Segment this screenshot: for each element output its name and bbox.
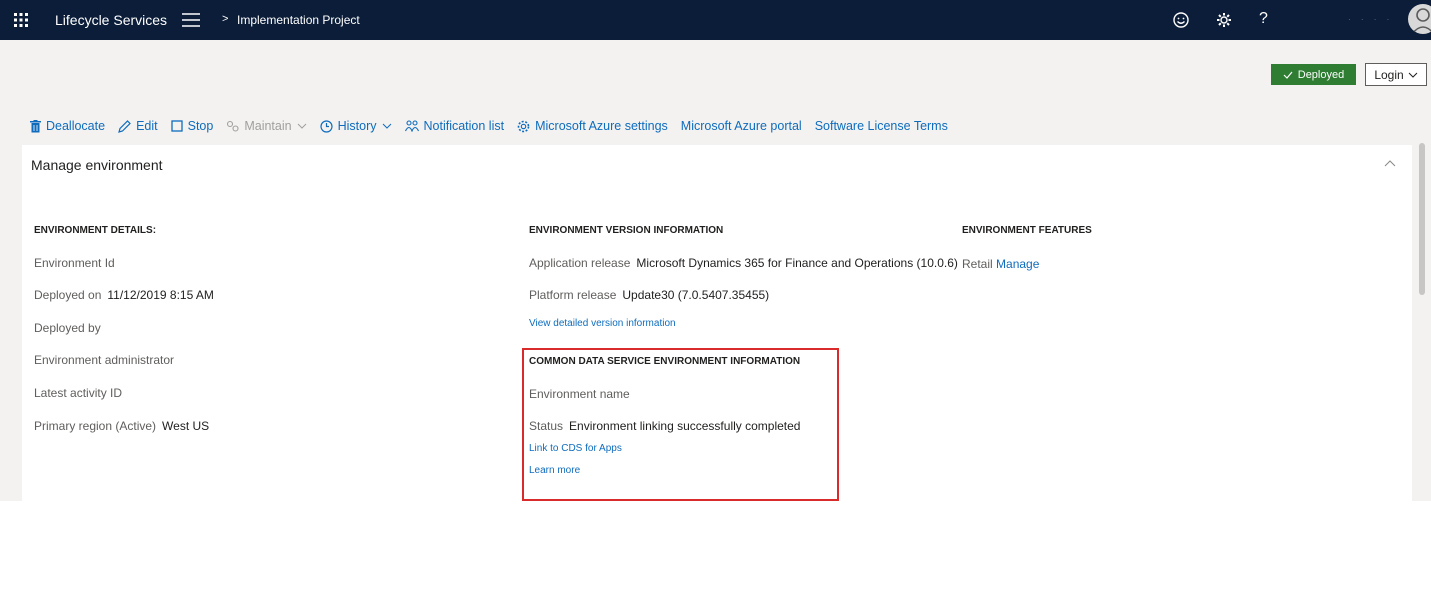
command-bar: Deallocate Edit Stop Maintain History No… [30,116,961,136]
license-terms-label: Software License Terms [814,119,948,133]
gear-icon [517,120,530,132]
environment-id-label: Environment Id [34,256,115,270]
breadcrumb[interactable]: Implementation Project [237,13,360,27]
login-label: Login [1374,67,1404,82]
version-info-heading: ENVIRONMENT VERSION INFORMATION [529,225,724,236]
azure-portal-label: Microsoft Azure portal [680,119,802,133]
people-icon [404,120,419,132]
application-release-value: Microsoft Dynamics 365 for Finance and O… [636,256,958,270]
user-avatar-icon [1411,8,1431,34]
deployed-on-value: 11/12/2019 8:15 AM [107,288,214,302]
cds-status-value: Environment linking successfully complet… [569,419,801,433]
azure-portal-link[interactable]: Microsoft Azure portal [681,119,802,133]
application-release-row: Application release Microsoft Dynamics 36… [529,256,958,270]
page-bottom-area [0,501,1431,606]
chevron-up-icon[interactable] [1384,158,1396,168]
application-release-label: Application release [529,256,631,270]
scrollbar[interactable] [1419,143,1425,295]
panel-title: Manage environment [31,157,163,173]
license-terms-link[interactable]: Software License Terms [815,119,948,133]
deployed-on-row: Deployed on 11/12/2019 8:15 AM [34,288,214,302]
history-label: History [337,119,377,133]
deployed-by-label: Deployed by [34,321,101,335]
primary-region-label: Primary region (Active) [34,419,157,433]
breadcrumb-separator: > [222,13,229,25]
maintain-label: Maintain [244,119,292,133]
learn-more-link[interactable]: Learn more [529,465,580,476]
app-name[interactable]: Lifecycle Services [55,12,167,28]
primary-region-value: West US [162,419,210,433]
cds-status-row: Status Environment linking successfully c… [529,419,800,433]
cds-info-heading: COMMON DATA SERVICE ENVIRONMENT INFORMAT… [529,356,801,367]
stop-label: Stop [187,119,214,133]
maintain-gears-icon [227,120,239,132]
retail-label: Retail [962,257,993,271]
deallocate-label: Deallocate [46,119,106,133]
avatar[interactable] [1408,4,1431,34]
edit-button[interactable]: Edit [118,119,158,133]
retail-feature-row: Retail Manage [962,257,1039,271]
help-icon[interactable]: ? [1259,10,1279,30]
manage-retail-link[interactable]: Manage [996,257,1039,271]
environment-administrator-row: Environment administrator [34,353,174,367]
feedback-smile-icon[interactable] [1171,10,1191,30]
chevron-down-icon [382,123,391,129]
platform-release-label: Platform release [529,288,617,302]
status-label: Deployed [1297,68,1345,81]
azure-settings-label: Microsoft Azure settings [535,119,668,133]
trash-icon [30,119,41,132]
cds-status-label: Status [529,419,564,433]
top-nav-bar: Lifecycle Services > Implementation Proj… [0,0,1431,40]
edit-label: Edit [136,119,158,133]
environment-details-heading: ENVIRONMENT DETAILS: [34,225,157,236]
chevron-down-icon [1408,72,1418,78]
deallocate-button[interactable]: Deallocate [30,119,105,133]
primary-region-row: Primary region (Active) West US [34,419,209,433]
cds-environment-name-label: Environment name [529,387,630,401]
notification-list-button[interactable]: Notification list [404,119,505,133]
history-button[interactable]: History [319,119,392,133]
cds-environment-name-row: Environment name [529,387,630,401]
settings-gear-icon[interactable] [1214,10,1234,30]
stop-button[interactable]: Stop [170,119,214,133]
user-name: · · · · [1348,15,1394,24]
view-version-info-link[interactable]: View detailed version information [529,318,676,329]
login-dropdown-button[interactable]: Login [1365,63,1427,86]
checkmark-icon [1283,71,1293,79]
hamburger-menu-icon[interactable] [182,13,200,27]
notification-list-label: Notification list [423,119,505,133]
deployed-on-label: Deployed on [34,288,102,302]
pencil-icon [118,119,131,133]
app-launcher-icon[interactable] [13,12,29,28]
stop-square-icon [170,120,183,132]
platform-release-value: Update30 (7.0.5407.35455) [622,288,770,302]
deployed-by-row: Deployed by [34,321,101,335]
chevron-down-icon [297,123,306,129]
clock-icon [319,119,333,133]
environment-features-heading: ENVIRONMENT FEATURES [962,225,1092,236]
azure-settings-button[interactable]: Microsoft Azure settings [517,119,668,133]
link-to-cds-link[interactable]: Link to CDS for Apps [529,443,622,454]
latest-activity-row: Latest activity ID [34,386,122,400]
platform-release-row: Platform release Update30 (7.0.5407.35455… [529,288,769,302]
environment-id-row: Environment Id [34,256,115,270]
environment-administrator-label: Environment administrator [34,353,175,367]
status-badge: Deployed [1271,64,1356,85]
latest-activity-label: Latest activity ID [34,386,123,400]
maintain-button[interactable]: Maintain [226,119,306,133]
